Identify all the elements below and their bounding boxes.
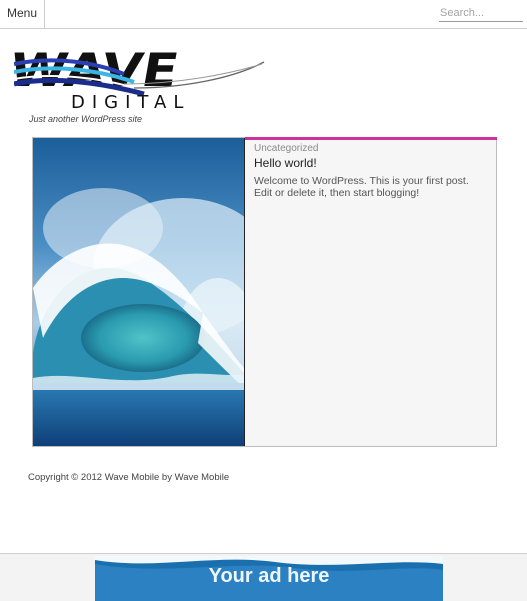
menu-button[interactable]: Menu <box>0 0 45 28</box>
post-excerpt: Welcome to WordPress. This is your first… <box>254 175 469 199</box>
post-card[interactable]: Uncategorized Hello world! Welcome to Wo… <box>32 137 497 447</box>
search-input[interactable] <box>439 5 523 22</box>
ad-text: Your ad here <box>208 565 330 587</box>
site-logo[interactable]: WAVE DIGITAL <box>14 36 266 112</box>
top-bar: Menu <box>0 0 527 29</box>
post-category-link[interactable]: Uncategorized <box>254 143 489 154</box>
footer-copyright: Copyright © 2012 Wave Mobile by Wave Mob… <box>28 472 230 483</box>
post-title-link[interactable]: Hello world! <box>254 156 489 170</box>
site-tagline: Just another WordPress site <box>29 114 143 124</box>
ocean-wave-image[interactable] <box>33 138 245 446</box>
ad-banner[interactable]: Your ad here <box>95 556 443 601</box>
ad-bar: Your ad here <box>0 553 527 601</box>
logo-subword: DIGITAL <box>71 92 190 112</box>
card-accent-bar <box>245 137 497 140</box>
post-content: Uncategorized Hello world! Welcome to Wo… <box>254 143 489 199</box>
